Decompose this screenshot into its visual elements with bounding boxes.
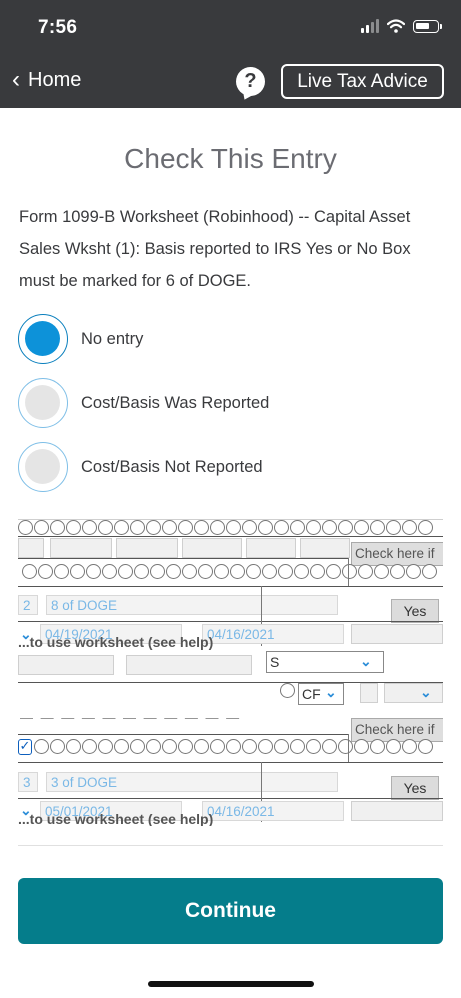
date-sold-field: 04/16/2021 xyxy=(202,624,344,644)
cellular-signal-icon xyxy=(361,19,379,33)
status-icons xyxy=(361,19,442,33)
option-label: Cost/Basis Not Reported xyxy=(81,457,263,476)
description-field: 3 of DOGE xyxy=(46,772,338,792)
back-home-button[interactable]: ‹ Home xyxy=(12,68,81,92)
continue-button[interactable]: Continue xyxy=(18,878,443,944)
checked-checkbox-icon: ✓ xyxy=(18,738,32,755)
wifi-icon xyxy=(387,19,405,33)
checkbox-row xyxy=(18,520,433,536)
chevron-down-icon: ⌄ xyxy=(325,684,337,700)
worksheet-excerpt-image: Check here if 2 8 of DOGE Yes ⌄ 04/19/20… xyxy=(18,519,443,826)
app-header: 7:56 ‹ Home ? Live Tax Advice xyxy=(0,0,461,108)
checkbox-row xyxy=(280,683,295,699)
radio-button[interactable] xyxy=(18,314,68,364)
chevron-down-icon: ⌄ xyxy=(420,684,432,700)
back-label: Home xyxy=(28,68,82,91)
check-entry-screen: 7:56 ‹ Home ? Live Tax Advice Check This… xyxy=(0,0,461,998)
date-sold-field: 04/16/2021 xyxy=(202,801,344,821)
chevron-down-icon: ⌄ xyxy=(360,653,372,669)
checkbox-row xyxy=(34,739,433,755)
option-label: Cost/Basis Was Reported xyxy=(81,393,270,412)
yes-box: Yes xyxy=(391,776,439,800)
live-tax-advice-button[interactable]: Live Tax Advice xyxy=(281,64,444,99)
chevron-left-icon: ‹ xyxy=(12,66,20,93)
option-label: No entry xyxy=(81,329,144,348)
option-no-entry[interactable]: No entry xyxy=(18,314,143,364)
option-cost-basis-reported[interactable]: Cost/Basis Was Reported xyxy=(18,378,269,428)
radio-button[interactable] xyxy=(18,378,68,428)
use-worksheet-text: ...to use worksheet (see help) xyxy=(18,811,214,826)
entry-description: Form 1099-B Worksheet (Robinhood) -- Cap… xyxy=(19,208,411,290)
radio-button[interactable] xyxy=(18,442,68,492)
help-icon[interactable]: ? xyxy=(236,67,265,96)
checkbox-row xyxy=(22,564,437,580)
row-number-field: 2 xyxy=(18,595,38,615)
row-number-field: 3 xyxy=(18,772,38,792)
status-time: 7:56 xyxy=(38,17,78,38)
divider xyxy=(18,845,443,846)
description-field: 8 of DOGE xyxy=(46,595,338,615)
home-indicator xyxy=(148,981,314,987)
option-cost-basis-not-reported[interactable]: Cost/Basis Not Reported xyxy=(18,442,263,492)
page-title: Check This Entry xyxy=(124,143,337,174)
yes-box: Yes xyxy=(391,599,439,623)
code-select: CF xyxy=(298,683,344,705)
use-worksheet-text: ...to use worksheet (see help) xyxy=(18,634,214,650)
battery-icon xyxy=(413,19,442,33)
check-here-button: Check here if xyxy=(351,542,443,566)
